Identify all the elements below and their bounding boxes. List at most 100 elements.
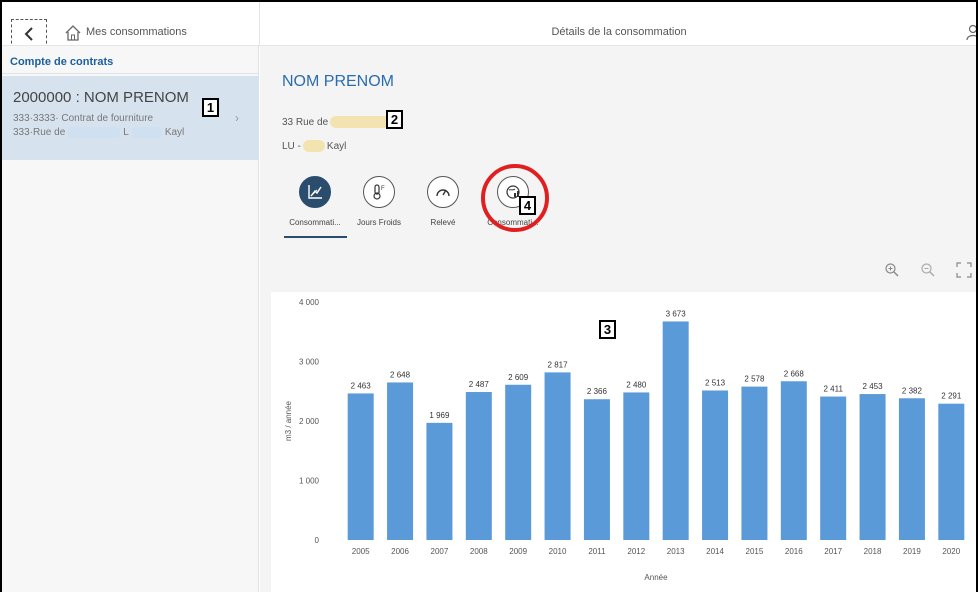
- bar-value-label: 2 487: [469, 380, 490, 389]
- address-line-2: LU - Kayl: [282, 140, 346, 152]
- customer-name: NOM PRENOM: [282, 73, 394, 90]
- redacted-area: [330, 116, 391, 128]
- highlight-circle: [481, 164, 549, 232]
- chart-panel: 0 1 000 2 000 3 000 4 000 m3 / année 2 463 2005…: [271, 292, 976, 592]
- bar: [426, 422, 453, 540]
- address-line-1-text: 33 Rue de: [282, 116, 329, 128]
- x-axis-label: Année: [644, 573, 668, 582]
- bar: [662, 321, 689, 540]
- redacted-area: [68, 127, 121, 138]
- user-icon[interactable]: [966, 24, 978, 40]
- annotation-marker-1: 1: [202, 98, 219, 117]
- zoom-in-icon[interactable]: [884, 262, 900, 278]
- bar: [623, 392, 650, 540]
- contract-list-item[interactable]: 2000000 : NOM PRENOM 333·3333· Contrat d…: [2, 76, 259, 160]
- bar-value-label: 2 366: [587, 387, 608, 396]
- address-line-2-city: Kayl: [326, 140, 347, 152]
- bar-value-label: 2 668: [784, 369, 805, 378]
- bar-value-label: 2 578: [744, 375, 765, 384]
- x-tick-label: 2015: [746, 547, 764, 556]
- y-tick-label: 0: [315, 536, 320, 545]
- back-button[interactable]: [11, 19, 47, 49]
- x-tick-label: 2012: [627, 547, 645, 556]
- y-tick-label: 2 000: [299, 417, 320, 426]
- tab-jours-froids[interactable]: F Jours Froids: [344, 176, 414, 227]
- app-frame: Mes consommations Détails de la consomma…: [0, 0, 978, 592]
- bar-value-label: 2 817: [548, 360, 569, 369]
- bar: [387, 382, 414, 540]
- bar: [465, 392, 492, 540]
- chart-icon: [299, 176, 331, 208]
- address-line-2-prefix: LU -: [282, 140, 301, 152]
- tab-label: Jours Froids: [356, 218, 401, 227]
- bar-value-label: 2 411: [823, 385, 843, 394]
- detail-header: NOM PRENOM 33 Rue de LU - Kayl Consommat…: [260, 46, 976, 240]
- x-tick-label: 2010: [549, 547, 567, 556]
- bar-value-label: 2 513: [705, 378, 726, 387]
- x-tick-label: 2005: [352, 547, 370, 556]
- bar-value-label: 2 453: [863, 382, 884, 391]
- svg-text:F: F: [381, 186, 385, 192]
- address-line-1: 33 Rue de: [282, 116, 391, 128]
- bar-value-label: 1 969: [429, 411, 450, 420]
- contract-address-prefix: 333·Rue de: [13, 127, 66, 138]
- tab-consommation[interactable]: Consommati...: [280, 176, 350, 238]
- bar-value-label: 2 382: [902, 386, 923, 395]
- x-tick-label: 2007: [431, 547, 449, 556]
- sidebar: Compte de contrats 2000000 : NOM PRENOM …: [2, 46, 259, 592]
- bar: [859, 394, 886, 540]
- y-tick-label: 3 000: [299, 358, 320, 367]
- x-tick-label: 2013: [667, 547, 685, 556]
- y-tick-label: 4 000: [299, 298, 320, 307]
- chart-area: 0 1 000 2 000 3 000 4 000 m3 / année 2 463 2005…: [260, 240, 976, 592]
- annotation-marker-3: 3: [599, 320, 616, 339]
- home-icon[interactable]: [64, 24, 82, 42]
- bar: [505, 384, 532, 540]
- zoom-out-icon[interactable]: [920, 262, 936, 278]
- bar-value-label: 2 463: [351, 381, 372, 390]
- sidebar-header: Compte de contrats: [2, 46, 258, 74]
- redacted-area: [131, 127, 162, 138]
- bar: [583, 399, 610, 540]
- tab-releve[interactable]: Relevé: [408, 176, 478, 227]
- bar-value-label: 2 291: [941, 392, 962, 401]
- tab-label: Relevé: [430, 218, 456, 227]
- annotation-marker-2: 2: [386, 110, 403, 129]
- y-axis-label: m3 / année: [284, 400, 293, 441]
- bar: [544, 372, 571, 540]
- x-tick-label: 2018: [864, 547, 882, 556]
- gauge-icon: [427, 176, 459, 208]
- nav-title: Mes consommations: [86, 26, 187, 38]
- chevron-right-icon: ›: [235, 111, 239, 125]
- chart-toolbar: [260, 240, 976, 292]
- y-tick-label: 1 000: [299, 477, 320, 486]
- contract-address-city: Kayl: [164, 127, 185, 138]
- bar-value-label: 2 609: [508, 373, 529, 382]
- divider: [259, 2, 260, 46]
- redacted-area: [302, 140, 325, 152]
- x-tick-label: 2009: [509, 547, 527, 556]
- tab-label: Consommati...: [289, 218, 341, 227]
- bar: [702, 390, 729, 540]
- thermometer-icon: F: [363, 176, 395, 208]
- active-tab-indicator: [284, 236, 347, 238]
- bar: [741, 386, 768, 540]
- bar-value-label: 2 480: [626, 380, 647, 389]
- x-tick-label: 2017: [824, 547, 842, 556]
- fullscreen-icon[interactable]: [956, 262, 972, 278]
- bar: [820, 396, 847, 540]
- top-bar: Mes consommations Détails de la consomma…: [2, 2, 978, 49]
- back-arrow-icon: [24, 27, 33, 41]
- detail-page-title: Détails de la consommation: [551, 26, 687, 38]
- x-tick-label: 2008: [470, 547, 488, 556]
- bar: [898, 398, 925, 540]
- bar: [938, 403, 965, 540]
- bar: [780, 381, 807, 540]
- annotation-marker-4: 4: [519, 196, 536, 215]
- contract-title: 2000000 : NOM PRENOM: [13, 89, 189, 106]
- contract-address: 333·Rue de L Kayl: [13, 127, 184, 138]
- x-tick-label: 2016: [785, 547, 803, 556]
- x-tick-label: 2019: [903, 547, 921, 556]
- contract-subtitle: 333·3333· Contrat de fourniture: [13, 113, 154, 124]
- consumption-bar-chart: 0 1 000 2 000 3 000 4 000 m3 / année 2 463 2005…: [284, 298, 965, 582]
